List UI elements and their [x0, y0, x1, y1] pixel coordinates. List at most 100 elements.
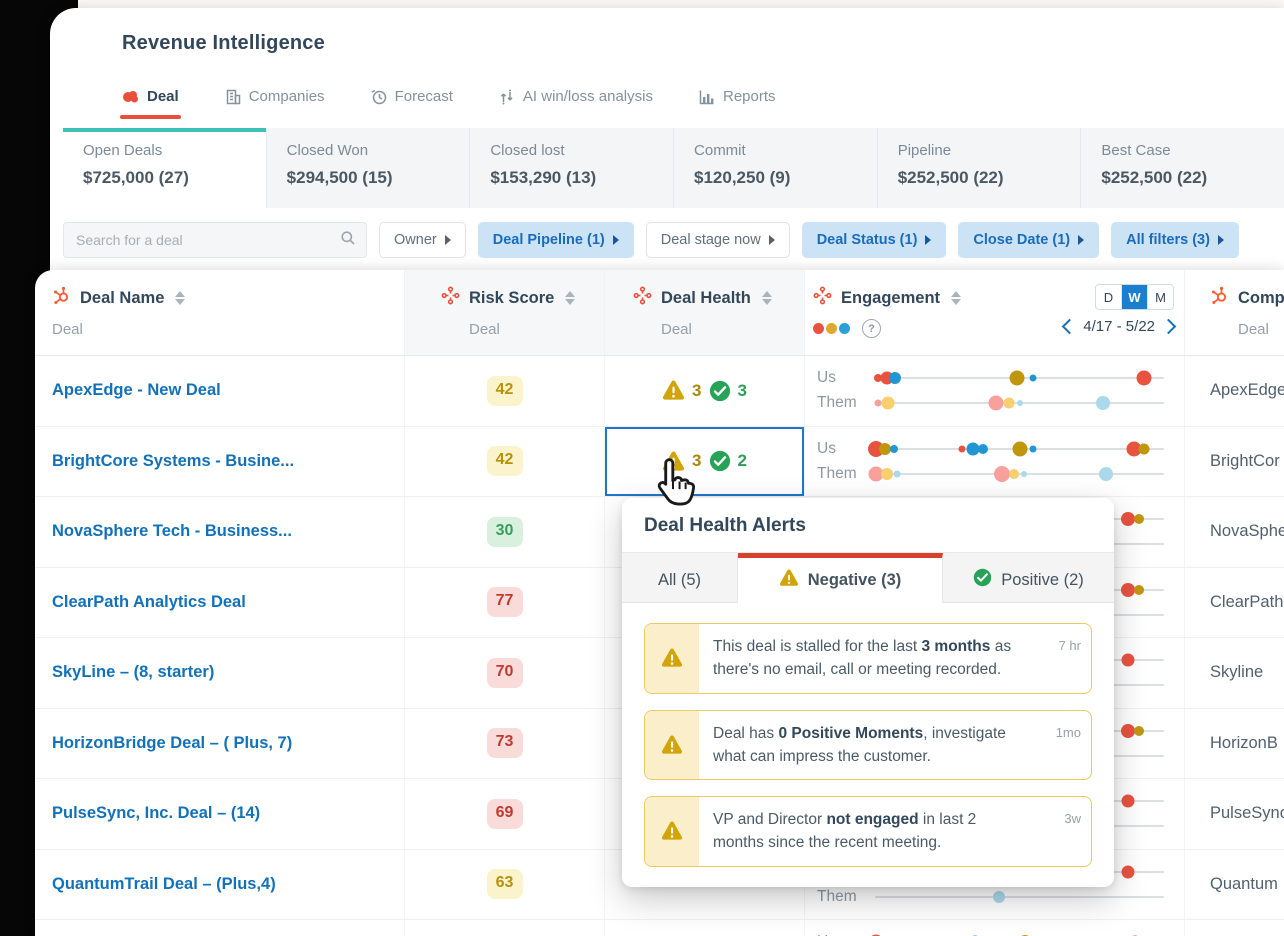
card-label: Best Case — [1101, 142, 1171, 159]
deal-health-cell[interactable]: 32 — [605, 426, 805, 496]
engagement-dot — [893, 470, 901, 478]
company-cell — [1185, 920, 1284, 936]
alert-card[interactable]: Deal has 0 Positive Moments, investigate… — [644, 709, 1092, 780]
tab-deal[interactable]: Deal — [120, 88, 181, 119]
card-pipeline[interactable]: Pipeline $252,500 (22) — [876, 128, 1081, 208]
card-value: $294,500 (15) — [286, 168, 393, 187]
card-value: $120,250 (9) — [694, 168, 791, 187]
help-icon[interactable]: ? — [862, 319, 881, 338]
card-best-case[interactable]: Best Case $252,500 (22) — [1080, 128, 1284, 208]
tab-label: Deal — [147, 88, 179, 105]
search-input[interactable] — [74, 231, 340, 249]
deal-name-cell: HorizonBridge Deal – ( Plus, 7) — [35, 708, 405, 778]
engagement-dot — [1029, 445, 1036, 453]
popup-tab-all[interactable]: All (5) — [622, 553, 738, 603]
deal-link[interactable]: QuantumTrail Deal – (Plus,4) — [52, 875, 276, 894]
column-engagement[interactable]: Engagement ? D W M 4/17 - 5/22 — [805, 270, 1185, 355]
engagement-dot — [1120, 512, 1135, 527]
engagement-us-label: Us — [817, 439, 836, 457]
engagement-dot — [958, 445, 966, 453]
sort-icon[interactable] — [951, 291, 962, 305]
deal-name-cell — [35, 920, 405, 936]
column-risk-score[interactable]: Risk Score Deal — [405, 270, 605, 355]
popup-tab-positive[interactable]: Positive (2) — [943, 553, 1114, 603]
card-open-deals[interactable]: Open Deals $725,000 (27) — [63, 128, 266, 208]
alert-timestamp: 7 hr — [1058, 638, 1081, 653]
warning-icon — [779, 568, 799, 592]
risk-score-cell: 63 — [405, 849, 605, 919]
engagement-dot — [881, 396, 895, 410]
deal-link[interactable]: NovaSphere Tech - Business... — [52, 522, 292, 541]
card-label: Closed lost — [490, 142, 565, 159]
deal-health-cell[interactable]: 33 — [605, 356, 805, 426]
next-period-icon[interactable] — [1160, 318, 1177, 335]
tab-label: Forecast — [394, 88, 453, 105]
period-week-button[interactable]: W — [1121, 285, 1147, 309]
sort-icon[interactable] — [175, 291, 186, 305]
card-commit[interactable]: Commit $120,250 (9) — [673, 128, 877, 208]
deal-health-cell[interactable] — [605, 920, 805, 936]
filter-label: Deal Status (1) — [816, 232, 918, 248]
company-cell: ClearPath — [1210, 592, 1284, 611]
engagement-them-timeline[interactable] — [874, 394, 1164, 412]
engagement-them-label: Them — [817, 394, 857, 412]
risk-score-badge: 42 — [486, 375, 523, 406]
deal-stage-filter[interactable]: Deal stage now — [645, 222, 790, 258]
engagement-dot — [1008, 468, 1019, 479]
deal-link[interactable]: ApexEdge - New Deal — [52, 381, 221, 400]
deal-status-filter[interactable]: Deal Status (1) — [801, 222, 947, 258]
deal-link[interactable]: ClearPath Analytics Deal — [52, 593, 246, 612]
risk-score-badge: 30 — [486, 516, 523, 547]
column-company[interactable]: Comp Deal — [1185, 270, 1284, 355]
period-day-button[interactable]: D — [1096, 285, 1121, 309]
check-icon — [973, 568, 992, 592]
card-label: Pipeline — [897, 142, 952, 159]
column-deal-name[interactable]: Deal Name Deal — [35, 270, 405, 355]
card-closed-won[interactable]: Closed Won $294,500 (15) — [265, 128, 470, 208]
risk-score-cell: 69 — [405, 779, 605, 849]
table-header: Deal Name Deal Risk Score Deal Deal Heal… — [35, 270, 1284, 356]
popup-tab-label: All (5) — [657, 570, 702, 589]
period-month-button[interactable]: M — [1147, 285, 1173, 309]
deal-link[interactable]: PulseSync, Inc. Deal – (14) — [52, 804, 260, 823]
engagement-dot — [1009, 370, 1025, 386]
tab-label: AI win/loss analysis — [522, 88, 653, 105]
engagement-us-timeline[interactable] — [873, 369, 1164, 387]
owner-filter[interactable]: Owner — [379, 222, 466, 258]
all-filters-button[interactable]: All filters (3) — [1111, 222, 1239, 258]
chevron-right-icon — [1078, 235, 1085, 245]
deal-name-cell: QuantumTrail Deal – (Plus,4) — [35, 849, 405, 919]
engagement-dot — [1120, 582, 1135, 597]
deal-pipeline-filter[interactable]: Deal Pipeline (1) — [477, 222, 634, 258]
alert-card[interactable]: VP and Director not engaged in last 2 mo… — [644, 796, 1092, 867]
chevron-right-icon — [925, 235, 932, 245]
positive-alert-count: 2 — [737, 451, 747, 471]
card-value: $153,290 (13) — [490, 168, 597, 187]
engagement-us-timeline[interactable] — [868, 440, 1164, 458]
engagement-them-label: Them — [817, 464, 857, 482]
negative-alert-count: 3 — [692, 380, 702, 400]
filter-label: Deal stage now — [660, 232, 761, 248]
close-date-filter[interactable]: Close Date (1) — [958, 222, 1100, 258]
alert-card[interactable]: This deal is stalled for the last 3 mont… — [644, 623, 1092, 694]
deal-name-cell: PulseSync, Inc. Deal – (14) — [35, 779, 405, 849]
tab-ai-winloss[interactable]: AI win/loss analysis — [499, 88, 653, 119]
engagement-them-timeline[interactable] — [875, 888, 1164, 906]
sort-icon[interactable] — [761, 291, 772, 305]
tab-forecast[interactable]: Forecast — [371, 88, 453, 119]
tab-reports[interactable]: Reports — [699, 88, 776, 119]
column-deal-health[interactable]: Deal Health Deal — [605, 270, 805, 355]
companies-icon — [225, 89, 241, 105]
chevron-right-icon — [1217, 235, 1224, 245]
deal-search — [63, 222, 367, 258]
tab-companies[interactable]: Companies — [225, 88, 325, 119]
deal-link[interactable]: SkyLine – (8, starter) — [52, 663, 214, 682]
card-closed-lost[interactable]: Closed lost $153,290 (13) — [469, 128, 674, 208]
popup-tab-negative[interactable]: Negative (3) — [738, 553, 943, 603]
sort-icon[interactable] — [565, 291, 576, 305]
prev-period-icon[interactable] — [1062, 318, 1078, 335]
engagement-them-timeline[interactable] — [868, 465, 1164, 483]
deal-link[interactable]: HorizonBridge Deal – ( Plus, 7) — [52, 734, 292, 753]
card-label: Commit — [694, 142, 746, 159]
deal-link[interactable]: BrightCore Systems - Busine... — [52, 452, 294, 471]
